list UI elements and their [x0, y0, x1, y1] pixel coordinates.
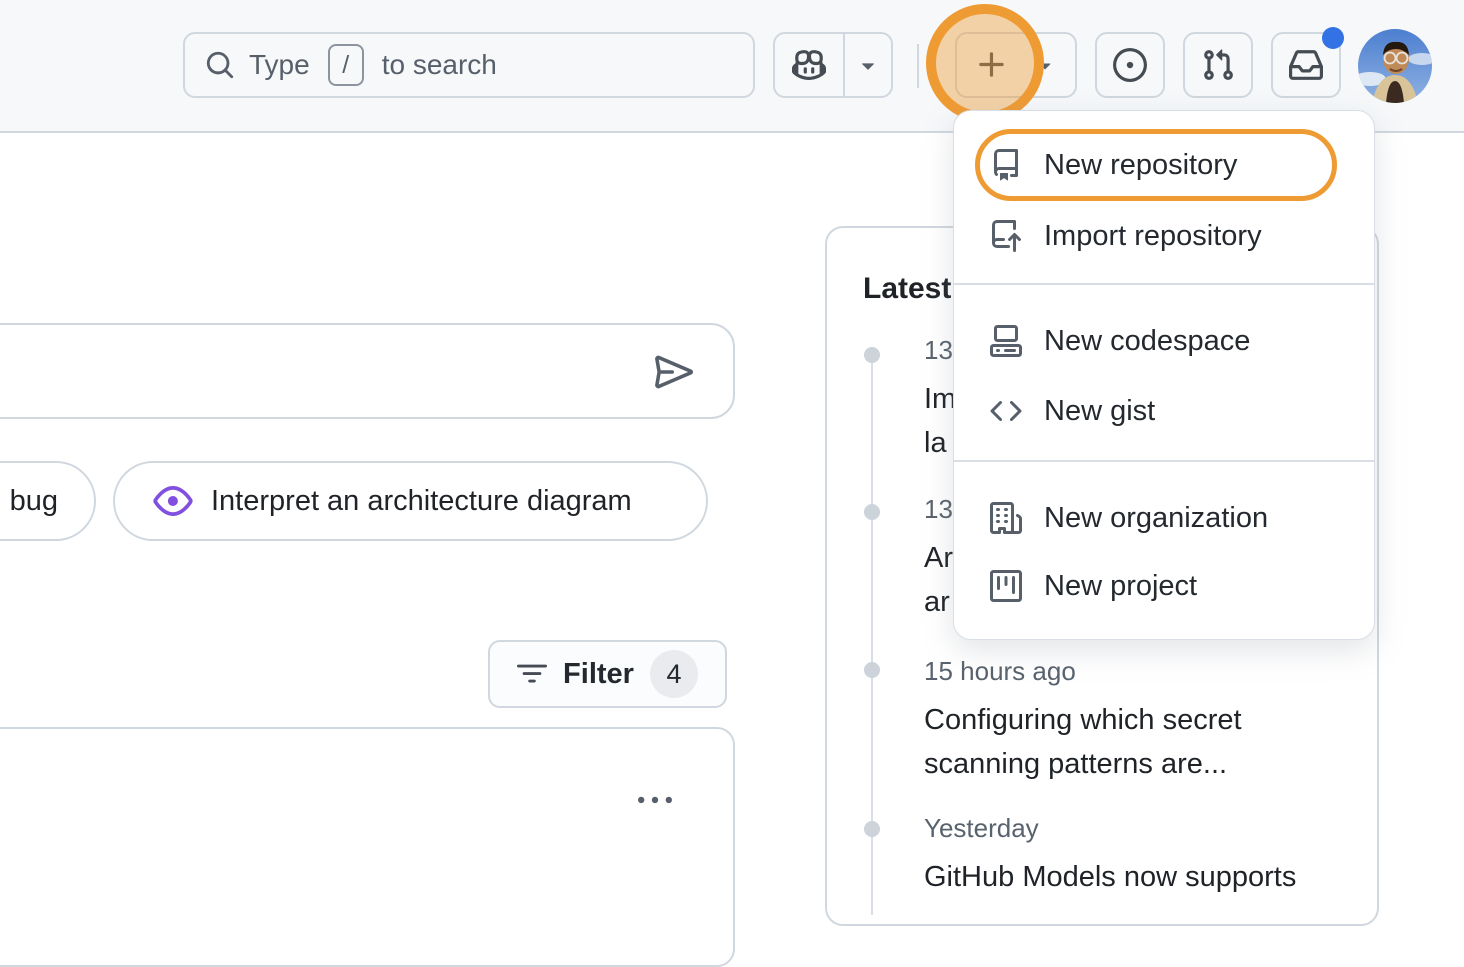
menu-item-label: Import repository	[1044, 220, 1262, 253]
menu-item-label: New gist	[1044, 395, 1155, 428]
search-placeholder-pre: Type	[249, 49, 310, 81]
menu-item-new-gist[interactable]: New gist	[954, 376, 1374, 446]
entry-timestamp: Yesterday	[924, 811, 1264, 845]
slash-key-hint: /	[328, 44, 364, 86]
eye-icon	[153, 481, 193, 521]
menu-item-new-codespace[interactable]: New codespace	[954, 306, 1374, 376]
issues-button[interactable]	[1095, 32, 1165, 98]
menu-item-label: New organization	[1044, 502, 1268, 535]
kebab-menu-button[interactable]	[637, 783, 673, 819]
filter-icon	[517, 659, 547, 689]
plus-icon	[975, 48, 1009, 82]
suggestion-chip-architecture-diagram[interactable]: Interpret an architecture diagram	[113, 461, 708, 541]
chevron-down-icon	[1033, 53, 1057, 77]
menu-item-new-project[interactable]: New project	[954, 551, 1374, 621]
avatar[interactable]	[1358, 29, 1432, 103]
search-placeholder-post: to search	[382, 49, 497, 81]
entry-title[interactable]: GitHub Models now supports	[924, 855, 1264, 899]
git-pull-request-icon	[1201, 48, 1235, 82]
inbox-icon	[1289, 48, 1323, 82]
timeline-dot	[864, 504, 880, 520]
feed-card	[0, 727, 735, 967]
copilot-menu-button[interactable]	[845, 52, 891, 78]
timeline-dot	[864, 821, 880, 837]
menu-item-label: New codespace	[1044, 325, 1250, 358]
copilot-button[interactable]	[775, 34, 845, 96]
project-icon	[990, 570, 1022, 602]
organization-icon	[990, 502, 1022, 534]
copilot-prompt-input[interactable]	[0, 323, 735, 419]
filter-button[interactable]: Filter 4	[488, 640, 727, 708]
issue-opened-icon	[1113, 48, 1147, 82]
timeline-dot	[864, 662, 880, 678]
copilot-button-group	[773, 32, 893, 98]
codespaces-icon	[990, 325, 1022, 357]
menu-item-new-repository[interactable]: New repository	[954, 130, 1374, 200]
send-icon[interactable]	[655, 353, 693, 391]
filter-label: Filter	[563, 658, 634, 691]
changelog-entry: Yesterday GitHub Models now supports	[924, 811, 1264, 899]
unread-notification-dot	[1322, 27, 1344, 49]
chevron-down-icon	[855, 52, 881, 78]
entry-timestamp: 15 hours ago	[924, 654, 1264, 688]
suggestion-chip-bug[interactable]: bug	[0, 461, 96, 541]
menu-item-label: New project	[1044, 570, 1197, 603]
menu-item-import-repository[interactable]: Import repository	[954, 201, 1374, 271]
menu-divider	[954, 460, 1374, 462]
search-input[interactable]: Type / to search	[183, 32, 755, 98]
chip-label: Interpret an architecture diagram	[211, 485, 632, 518]
code-icon	[990, 395, 1022, 427]
copilot-icon	[792, 48, 826, 82]
repo-icon	[990, 149, 1022, 181]
create-new-dropdown-menu: New repository Import repository New cod…	[953, 110, 1375, 640]
create-new-button[interactable]	[955, 32, 1077, 98]
entry-title[interactable]: Configuring which secretscanning pattern…	[924, 698, 1264, 786]
menu-item-new-organization[interactable]: New organization	[954, 483, 1374, 553]
header-divider	[917, 44, 919, 88]
search-icon	[205, 50, 235, 80]
filter-count-badge: 4	[650, 650, 698, 698]
changelog-entry: 15 hours ago Configuring which secretsca…	[924, 654, 1264, 786]
timeline-dot	[864, 347, 880, 363]
chip-label: bug	[10, 485, 58, 518]
menu-item-label: New repository	[1044, 149, 1237, 182]
menu-divider	[954, 283, 1374, 285]
repo-push-icon	[990, 220, 1022, 252]
pull-requests-button[interactable]	[1183, 32, 1253, 98]
